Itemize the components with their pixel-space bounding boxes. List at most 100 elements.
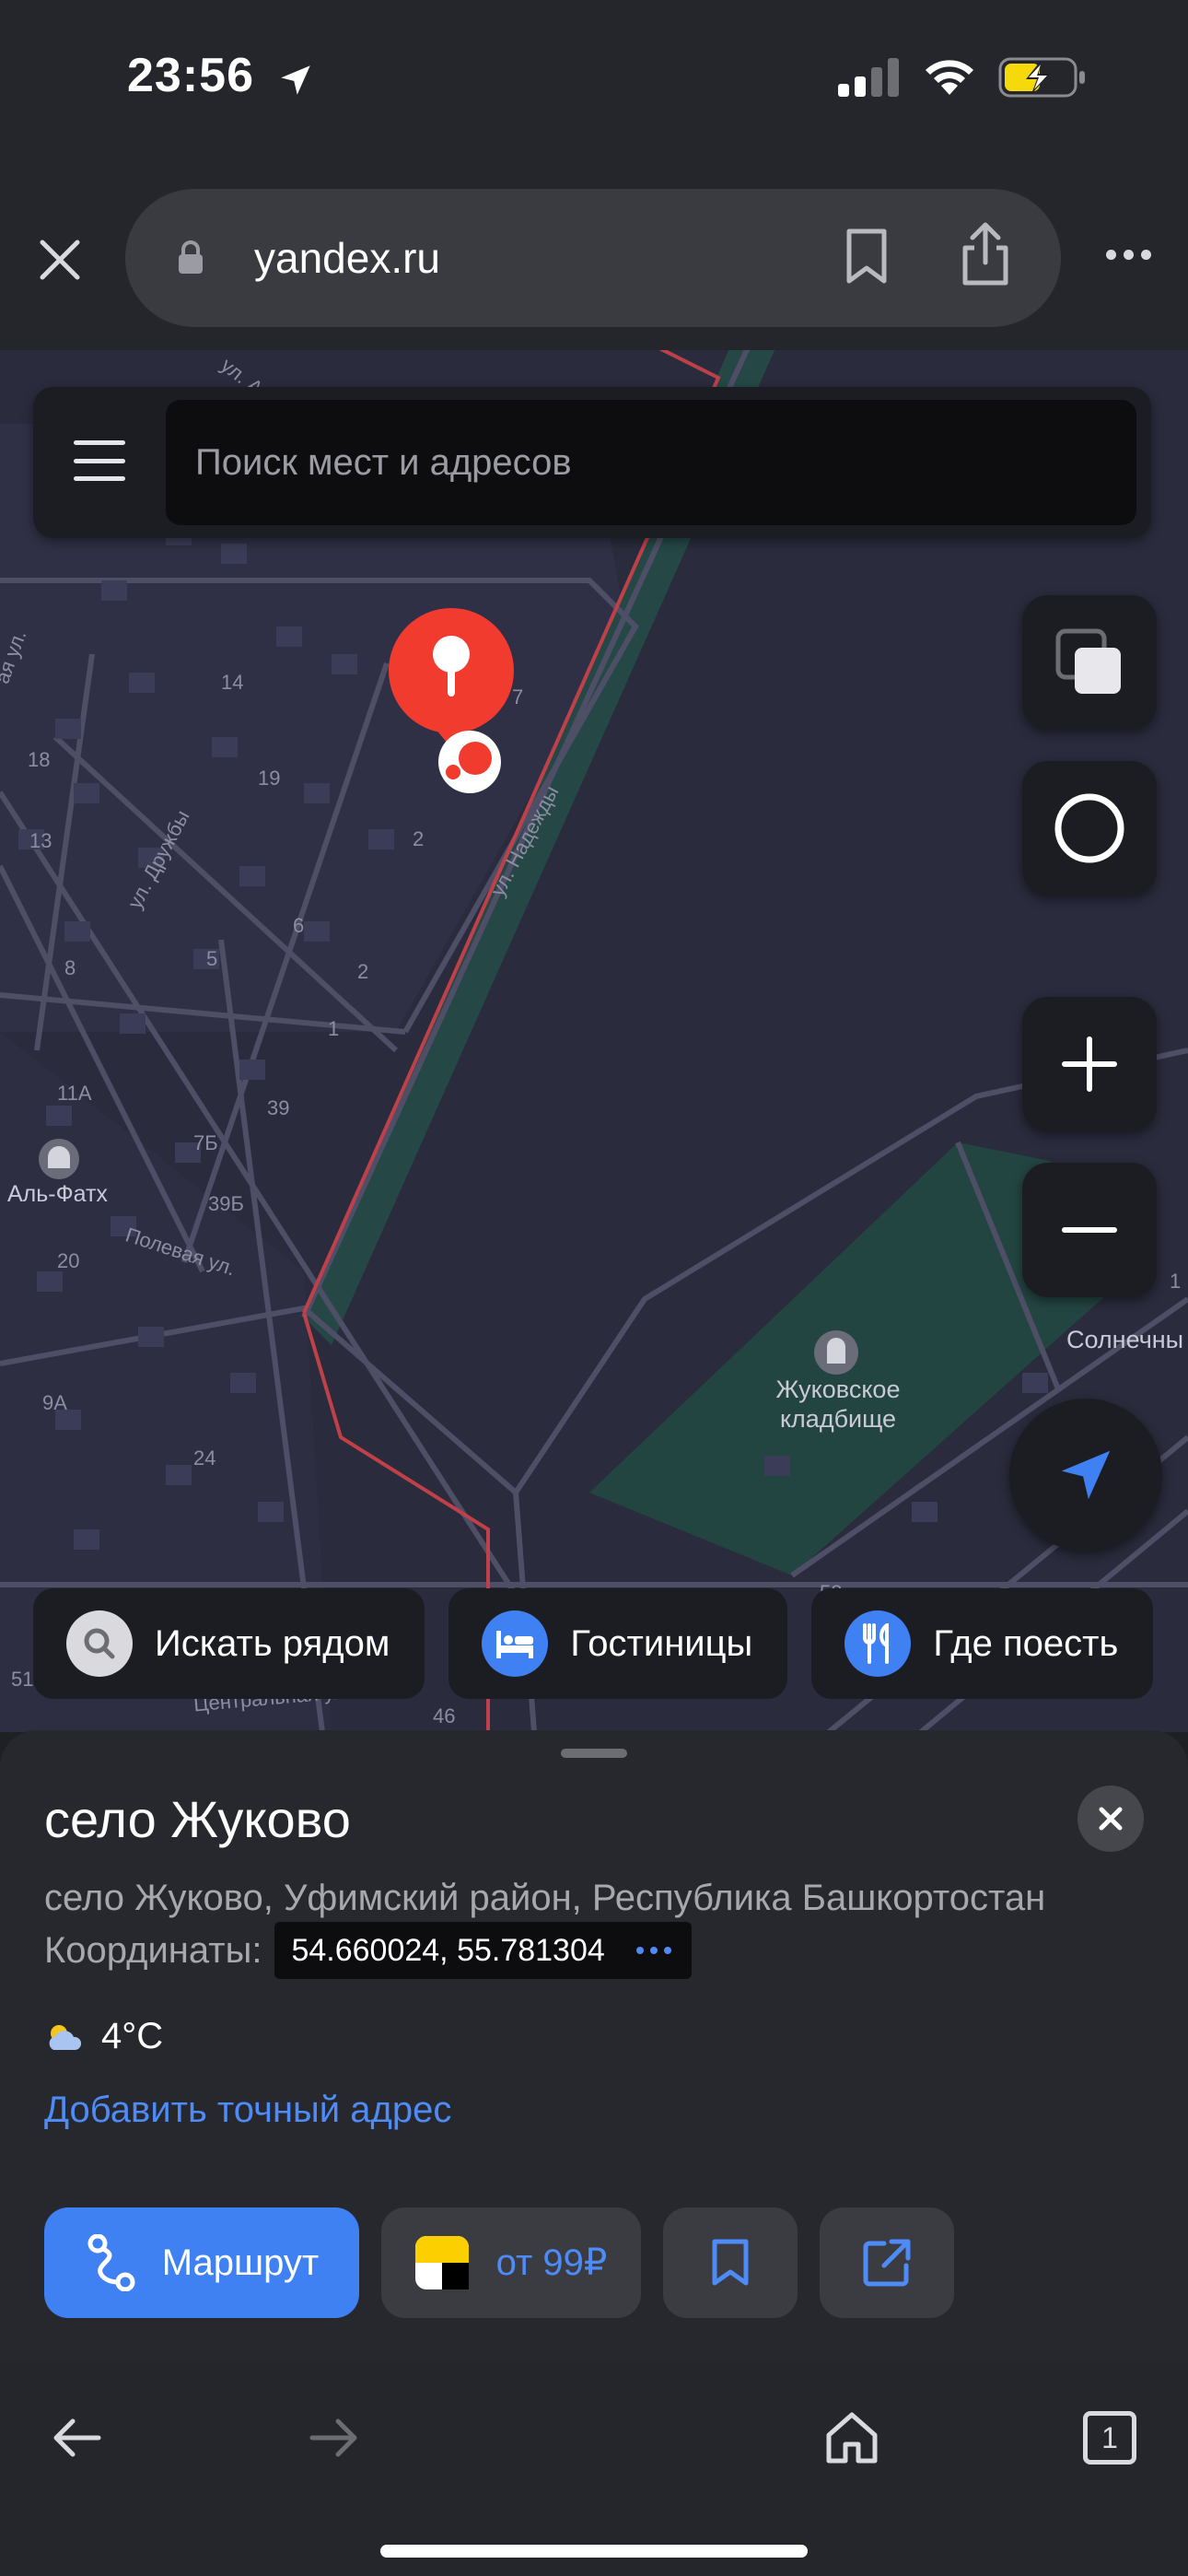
my-location-button[interactable] <box>1009 1399 1162 1551</box>
coordinates-label: Координаты: <box>44 1929 262 1971</box>
external-share-icon <box>863 2239 911 2287</box>
house-number: 7 <box>512 685 524 708</box>
tabs-icon: 1 <box>1083 2411 1136 2465</box>
house-number: 6 <box>293 914 305 937</box>
map-view[interactable]: ул. Ар ул. Дружбы ул. Надежды Полевая ул… <box>0 350 1188 1732</box>
plus-icon <box>1062 1036 1117 1092</box>
chip-search-nearby[interactable]: Искать рядом <box>33 1588 425 1699</box>
alice-assistant-button[interactable] <box>1022 761 1157 896</box>
house-number: 11А <box>57 1082 92 1105</box>
status-time: 23:56 <box>127 49 254 102</box>
share-place-button[interactable] <box>820 2207 954 2318</box>
zoom-out-button[interactable] <box>1022 1163 1157 1297</box>
save-bookmark-button[interactable] <box>663 2207 798 2318</box>
address-field[interactable]: yandex.ru <box>125 189 1061 327</box>
bookmark-icon[interactable] <box>844 228 890 287</box>
weather: 4°C <box>44 2016 163 2057</box>
house-number: 2 <box>413 827 425 850</box>
map-search-bar <box>33 387 1151 538</box>
house-number: 18 <box>28 748 51 771</box>
bed-icon <box>482 1610 549 1677</box>
lock-icon <box>179 240 203 274</box>
browser-toolbar: 1 <box>0 2361 1188 2576</box>
wifi-icon <box>926 60 973 95</box>
temperature: 4°C <box>101 2016 164 2056</box>
house-number: 20 <box>57 1249 80 1272</box>
partly-cloudy-icon <box>49 2024 82 2050</box>
tab-count: 1 <box>1101 2420 1118 2454</box>
search-input[interactable] <box>166 400 1136 525</box>
house-number: 46 <box>433 1704 456 1727</box>
chip-hotels[interactable]: Гостиницы <box>448 1588 788 1699</box>
map-layers-button[interactable] <box>1022 595 1157 730</box>
house-number: 1 <box>328 1017 340 1040</box>
search-icon <box>66 1610 133 1677</box>
mosque-label: Аль-Фатх <box>7 1181 108 1207</box>
close-icon <box>1099 1807 1123 1831</box>
cellular-signal-icon <box>838 58 899 97</box>
close-tab-icon[interactable] <box>37 237 83 283</box>
taxi-price: от 99₽ <box>495 2242 608 2283</box>
chip-label: Где поесть <box>933 1622 1119 1664</box>
share-icon[interactable] <box>960 222 1011 287</box>
alice-icon <box>1054 793 1124 863</box>
district-label: Солнечны <box>1066 1326 1184 1353</box>
navigation-arrow-icon <box>1061 1450 1111 1500</box>
coordinates-value: 54.660024, 55.781304 <box>291 1932 605 1968</box>
cemetery-label: Жуковское кладбище <box>775 1376 901 1433</box>
house-number: 13 <box>29 829 52 852</box>
status-icons <box>838 57 1087 98</box>
place-actions: Маршрут от 99₽ <box>44 2207 954 2318</box>
route-label: Маршрут <box>161 2242 320 2283</box>
home-button[interactable] <box>810 2396 893 2479</box>
zoom-in-button[interactable] <box>1022 997 1157 1131</box>
place-card: село Жуково село Жуково, Уфимский район,… <box>0 1730 1188 2361</box>
home-icon <box>826 2412 878 2464</box>
house-number: 24 <box>193 1446 216 1469</box>
map-background <box>0 350 1188 1732</box>
battery-charging-icon <box>998 57 1085 98</box>
home-indicator <box>380 2545 808 2558</box>
layers-icon <box>1055 628 1121 694</box>
back-button[interactable] <box>35 2396 118 2479</box>
close-card-button[interactable] <box>1077 1786 1144 1852</box>
hamburger-menu-icon[interactable] <box>74 440 125 481</box>
more-menu-icon[interactable] <box>1106 250 1151 260</box>
place-address: село Жуково, Уфимский район, Республика … <box>44 1878 1046 1918</box>
sheet-drag-handle[interactable] <box>561 1749 627 1758</box>
browser-url-bar: yandex.ru <box>0 161 1188 350</box>
house-number: 19 <box>258 767 281 790</box>
forward-button[interactable] <box>293 2396 376 2479</box>
house-number: 2 <box>357 960 369 983</box>
house-number: 9А <box>42 1391 67 1414</box>
more-icon[interactable] <box>635 1947 671 1954</box>
chip-label: Искать рядом <box>155 1622 390 1664</box>
arrow-right-icon <box>309 2418 357 2457</box>
location-arrow-icon <box>281 65 310 95</box>
house-number: 7Б <box>193 1131 218 1154</box>
quick-search-chips: Искать рядом Гостиницы Где поесть <box>33 1588 1154 1699</box>
taxi-button[interactable]: от 99₽ <box>381 2207 641 2318</box>
house-number: 8 <box>64 956 76 979</box>
chip-where-to-eat[interactable]: Где поесть <box>811 1588 1154 1699</box>
house-number: 39Б <box>208 1192 244 1215</box>
fork-knife-icon <box>844 1610 912 1677</box>
arrow-left-icon <box>53 2418 101 2457</box>
tabs-button[interactable]: 1 <box>1068 2396 1151 2479</box>
chip-label: Гостиницы <box>570 1622 753 1664</box>
taxi-icon <box>414 2236 469 2289</box>
add-exact-address-link[interactable]: Добавить точный адрес <box>44 2090 451 2131</box>
route-icon <box>87 2234 135 2291</box>
coordinates-row: Координаты: 54.660024, 55.781304 <box>44 1922 692 1979</box>
minus-icon <box>1062 1227 1117 1233</box>
bookmark-icon <box>712 2239 749 2286</box>
house-number: 1 <box>1170 1270 1182 1293</box>
place-title: село Жуково <box>44 1790 351 1848</box>
url-text: yandex.ru <box>254 234 441 282</box>
coordinates-box[interactable]: 54.660024, 55.781304 <box>274 1922 692 1979</box>
house-number: 14 <box>221 671 244 694</box>
house-number: 39 <box>267 1096 290 1119</box>
route-button[interactable]: Маршрут <box>44 2207 359 2318</box>
status-bar: 23:56 <box>0 0 1188 161</box>
house-number: 5 <box>206 947 218 970</box>
